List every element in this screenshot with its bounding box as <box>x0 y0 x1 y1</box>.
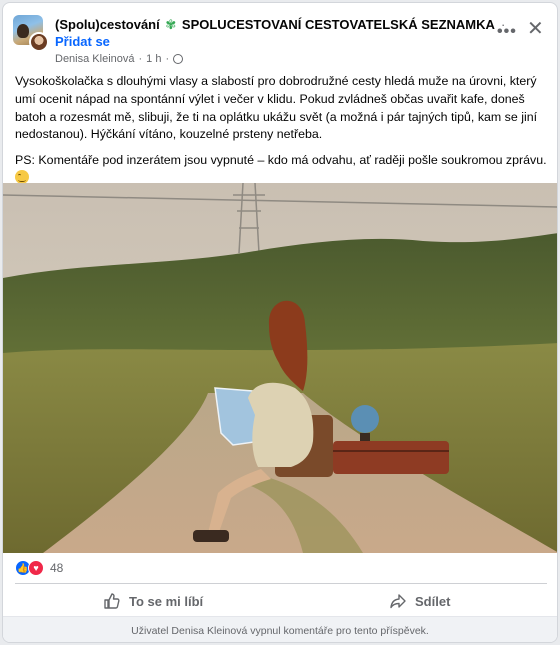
group-title-line: (Spolu)cestování ✾ SPOLUCESTOVANÍ CESTOV… <box>55 17 505 33</box>
close-icon: ✕ <box>527 18 544 40</box>
share-button-label: Sdílet <box>415 593 451 609</box>
globe-stand <box>360 433 370 441</box>
post-time-link[interactable]: 1 h <box>146 53 161 65</box>
post-paragraph-2-text: PS: Komentáře pod inzerátem jsou vypnuté… <box>15 153 547 168</box>
red-suitcase <box>333 441 449 474</box>
woman-shoes <box>193 530 229 542</box>
meta-separator: · <box>138 53 143 65</box>
more-options-button[interactable]: ••• <box>497 23 517 41</box>
thumbs-up-icon <box>104 593 120 609</box>
share-button[interactable]: Sdílet <box>389 587 450 615</box>
wink-emoji-icon <box>15 169 29 184</box>
group-avatar-stack[interactable] <box>13 15 49 52</box>
meta-separator-2: · <box>165 53 170 65</box>
like-button-label: To se mi líbí <box>129 593 204 609</box>
group-name-link[interactable]: (Spolu)cestování <box>55 17 160 32</box>
group-title-link[interactable]: SPOLUCESTOVANÍ CESTOVATELSKÁ SEZNAMKA <box>182 17 495 32</box>
clover-icon: ✾ <box>165 17 177 32</box>
post-meta: Denisa Kleinová · 1 h · <box>55 53 184 65</box>
close-button[interactable]: ✕ <box>527 19 544 39</box>
author-name-link[interactable]: Denisa Kleinová <box>55 53 135 65</box>
post-card: (Spolu)cestování ✾ SPOLUCESTOVANÍ CESTOV… <box>2 2 558 643</box>
post-header: (Spolu)cestování ✾ SPOLUCESTOVANÍ CESTOV… <box>3 3 557 65</box>
globe <box>351 405 379 433</box>
more-horizontal-icon: ••• <box>497 23 517 40</box>
globe-icon[interactable] <box>173 54 184 64</box>
comments-disabled-notice: Uživatel Denisa Kleinová vypnul komentář… <box>3 616 557 642</box>
love-reaction-icon: ♥ <box>28 560 44 576</box>
comments-disabled-text: Uživatel Denisa Kleinová vypnul komentář… <box>131 624 429 637</box>
reaction-count[interactable]: 48 <box>50 561 63 575</box>
post-paragraph-1: Vysokoškolačka s dlouhými vlasy a slabos… <box>15 74 538 142</box>
reaction-summary[interactable]: 👍 ♥ 48 <box>15 560 63 576</box>
post-photo[interactable] <box>3 183 557 553</box>
like-button[interactable]: To se mi líbí <box>103 587 203 615</box>
join-group-link[interactable]: Přidat se <box>55 34 110 49</box>
photo-illustration <box>3 183 557 553</box>
author-avatar[interactable] <box>29 32 49 52</box>
actions-divider <box>15 583 547 584</box>
post-text: Vysokoškolačka s dlouhými vlasy a slabos… <box>15 73 550 188</box>
share-arrow-icon <box>390 594 406 609</box>
